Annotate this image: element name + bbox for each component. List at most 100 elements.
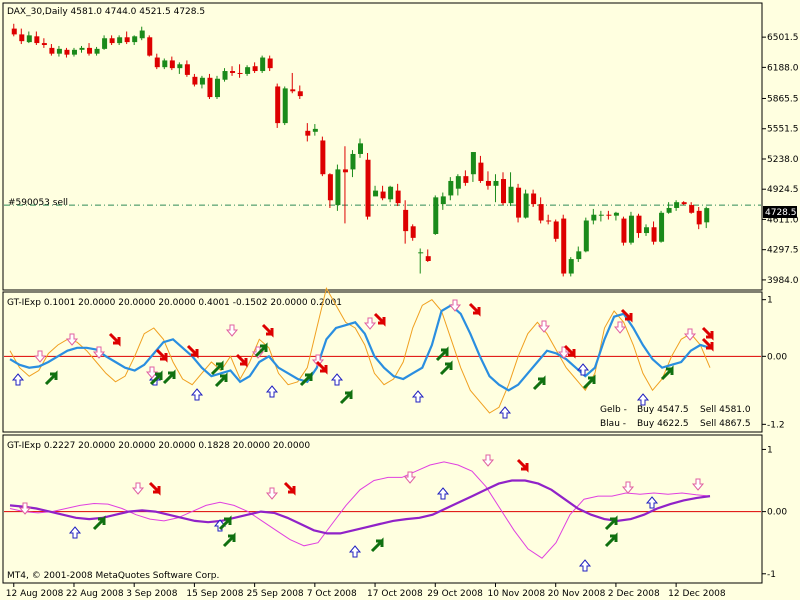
candle-body: [418, 252, 424, 254]
candle-body: [342, 169, 348, 173]
time-tick-label: 17 Oct 2008: [367, 589, 423, 599]
price-tick-label: 4924.5: [767, 185, 799, 195]
price-tick-label: 6188.0: [767, 63, 799, 73]
candle-body: [147, 37, 153, 56]
osc2-tick-label: 1: [767, 445, 773, 455]
candle-body: [493, 180, 499, 186]
candle-body: [11, 28, 17, 35]
candle-body: [395, 190, 401, 204]
price-tick-label: 3984.0: [767, 276, 799, 286]
candle-body: [433, 197, 439, 234]
candle-body: [297, 91, 303, 97]
osc1-tick-label: 0.00: [767, 352, 787, 362]
candle-body: [154, 57, 160, 68]
candle-body: [230, 71, 236, 73]
candle-body: [538, 204, 544, 221]
candle-body: [335, 169, 341, 206]
candle-body: [613, 212, 619, 216]
candle-body: [516, 187, 522, 218]
indicator-panel-2[interactable]: [2, 434, 763, 584]
candle-body: [162, 60, 168, 68]
candle-body: [674, 202, 680, 208]
osc1-tick-label: -1.2: [767, 420, 785, 430]
candle-body: [199, 77, 205, 85]
chart-window[interactable]: DAX_30,Daily 4581.0 4744.0 4521.5 4728.5…: [0, 0, 800, 600]
main-header: DAX_30,Daily 4581.0 4744.0 4521.5 4728.5: [7, 7, 205, 17]
candle-body: [94, 48, 100, 54]
osc2-tick-label: 0.00: [767, 508, 787, 518]
candle-body: [508, 186, 514, 204]
price-tick-label: 4611.0: [767, 215, 799, 225]
candle-body: [56, 48, 62, 54]
candle-body: [79, 47, 85, 50]
candle-body: [305, 130, 311, 136]
candle-body: [124, 37, 130, 43]
candle-body: [358, 143, 363, 154]
price-tick-label: 4297.5: [767, 246, 799, 256]
candle-body: [26, 35, 32, 43]
candle-body: [681, 202, 687, 205]
price-tick-label: 5551.5: [767, 125, 799, 135]
candle-body: [49, 47, 55, 54]
candle-body: [207, 77, 213, 98]
candle-body: [350, 153, 356, 170]
candle-body: [177, 64, 183, 69]
candle-body: [139, 30, 145, 39]
main-panel[interactable]: [2, 2, 763, 291]
candle-body: [455, 176, 461, 189]
time-tick-label: 12 Aug 2008: [6, 589, 64, 599]
candle-body: [102, 38, 108, 49]
legend-gelb-sell: Sell 4581.0: [700, 405, 751, 415]
candle-body: [222, 71, 228, 80]
candle-body: [531, 193, 537, 205]
legend-gelb-label: Gelb -: [600, 405, 627, 415]
candle-body: [380, 191, 386, 199]
candle-body: [621, 218, 627, 243]
time-tick-label: 15 Sep 2008: [186, 589, 243, 599]
legend-blau-buy: Buy 4622.5: [637, 419, 689, 429]
candle-body: [214, 78, 220, 98]
candle-body: [109, 38, 115, 44]
candle-body: [583, 220, 589, 252]
candle-body: [546, 220, 552, 222]
candle-body: [237, 72, 243, 74]
panel2-header: GT-IExp 0.2227 20.0000 20.0000 20.0000 0…: [7, 441, 310, 451]
legend-blau-sell: Sell 4867.5: [700, 419, 751, 429]
candle-body: [463, 176, 469, 183]
candle-body: [689, 205, 695, 213]
candle-body: [561, 218, 567, 274]
chart-canvas[interactable]: DAX_30,Daily 4581.0 4744.0 4521.5 4728.5…: [0, 0, 800, 600]
candle-body: [606, 214, 612, 216]
time-tick-label: 7 Oct 2008: [307, 589, 357, 599]
candle-body: [704, 208, 710, 223]
candle-body: [373, 190, 379, 197]
candle-body: [523, 193, 529, 218]
candle-body: [576, 251, 582, 260]
candle-body: [410, 226, 416, 238]
time-tick-label: 12 Dec 2008: [668, 589, 726, 599]
price-tick-label: 5865.5: [767, 94, 799, 104]
candle-body: [666, 207, 672, 213]
copyright-footer: MT4, © 2001-2008 MetaQuotes Software Cor…: [7, 571, 219, 581]
candle-body: [252, 66, 258, 72]
candle-body: [440, 196, 446, 205]
candle-body: [659, 212, 665, 242]
candle-body: [651, 227, 657, 242]
osc2-tick-label: -1: [767, 570, 776, 580]
candle-body: [184, 64, 190, 75]
candle-body: [553, 221, 559, 239]
candle-body: [470, 152, 476, 175]
candle-body: [644, 227, 650, 234]
candle-body: [19, 34, 25, 42]
candle-body: [485, 180, 491, 186]
candle-body: [282, 88, 288, 124]
candle-body: [312, 128, 318, 132]
candle-body: [267, 58, 273, 69]
candle-body: [34, 36, 40, 44]
order-line-label: #590053 sell: [8, 198, 68, 208]
candle-body: [132, 36, 138, 43]
candle-body: [403, 209, 409, 232]
panel1-header: GT-IExp 0.1001 20.0000 20.0000 20.0000 0…: [7, 298, 342, 308]
candle-body: [245, 67, 251, 74]
candle-body: [192, 76, 198, 85]
